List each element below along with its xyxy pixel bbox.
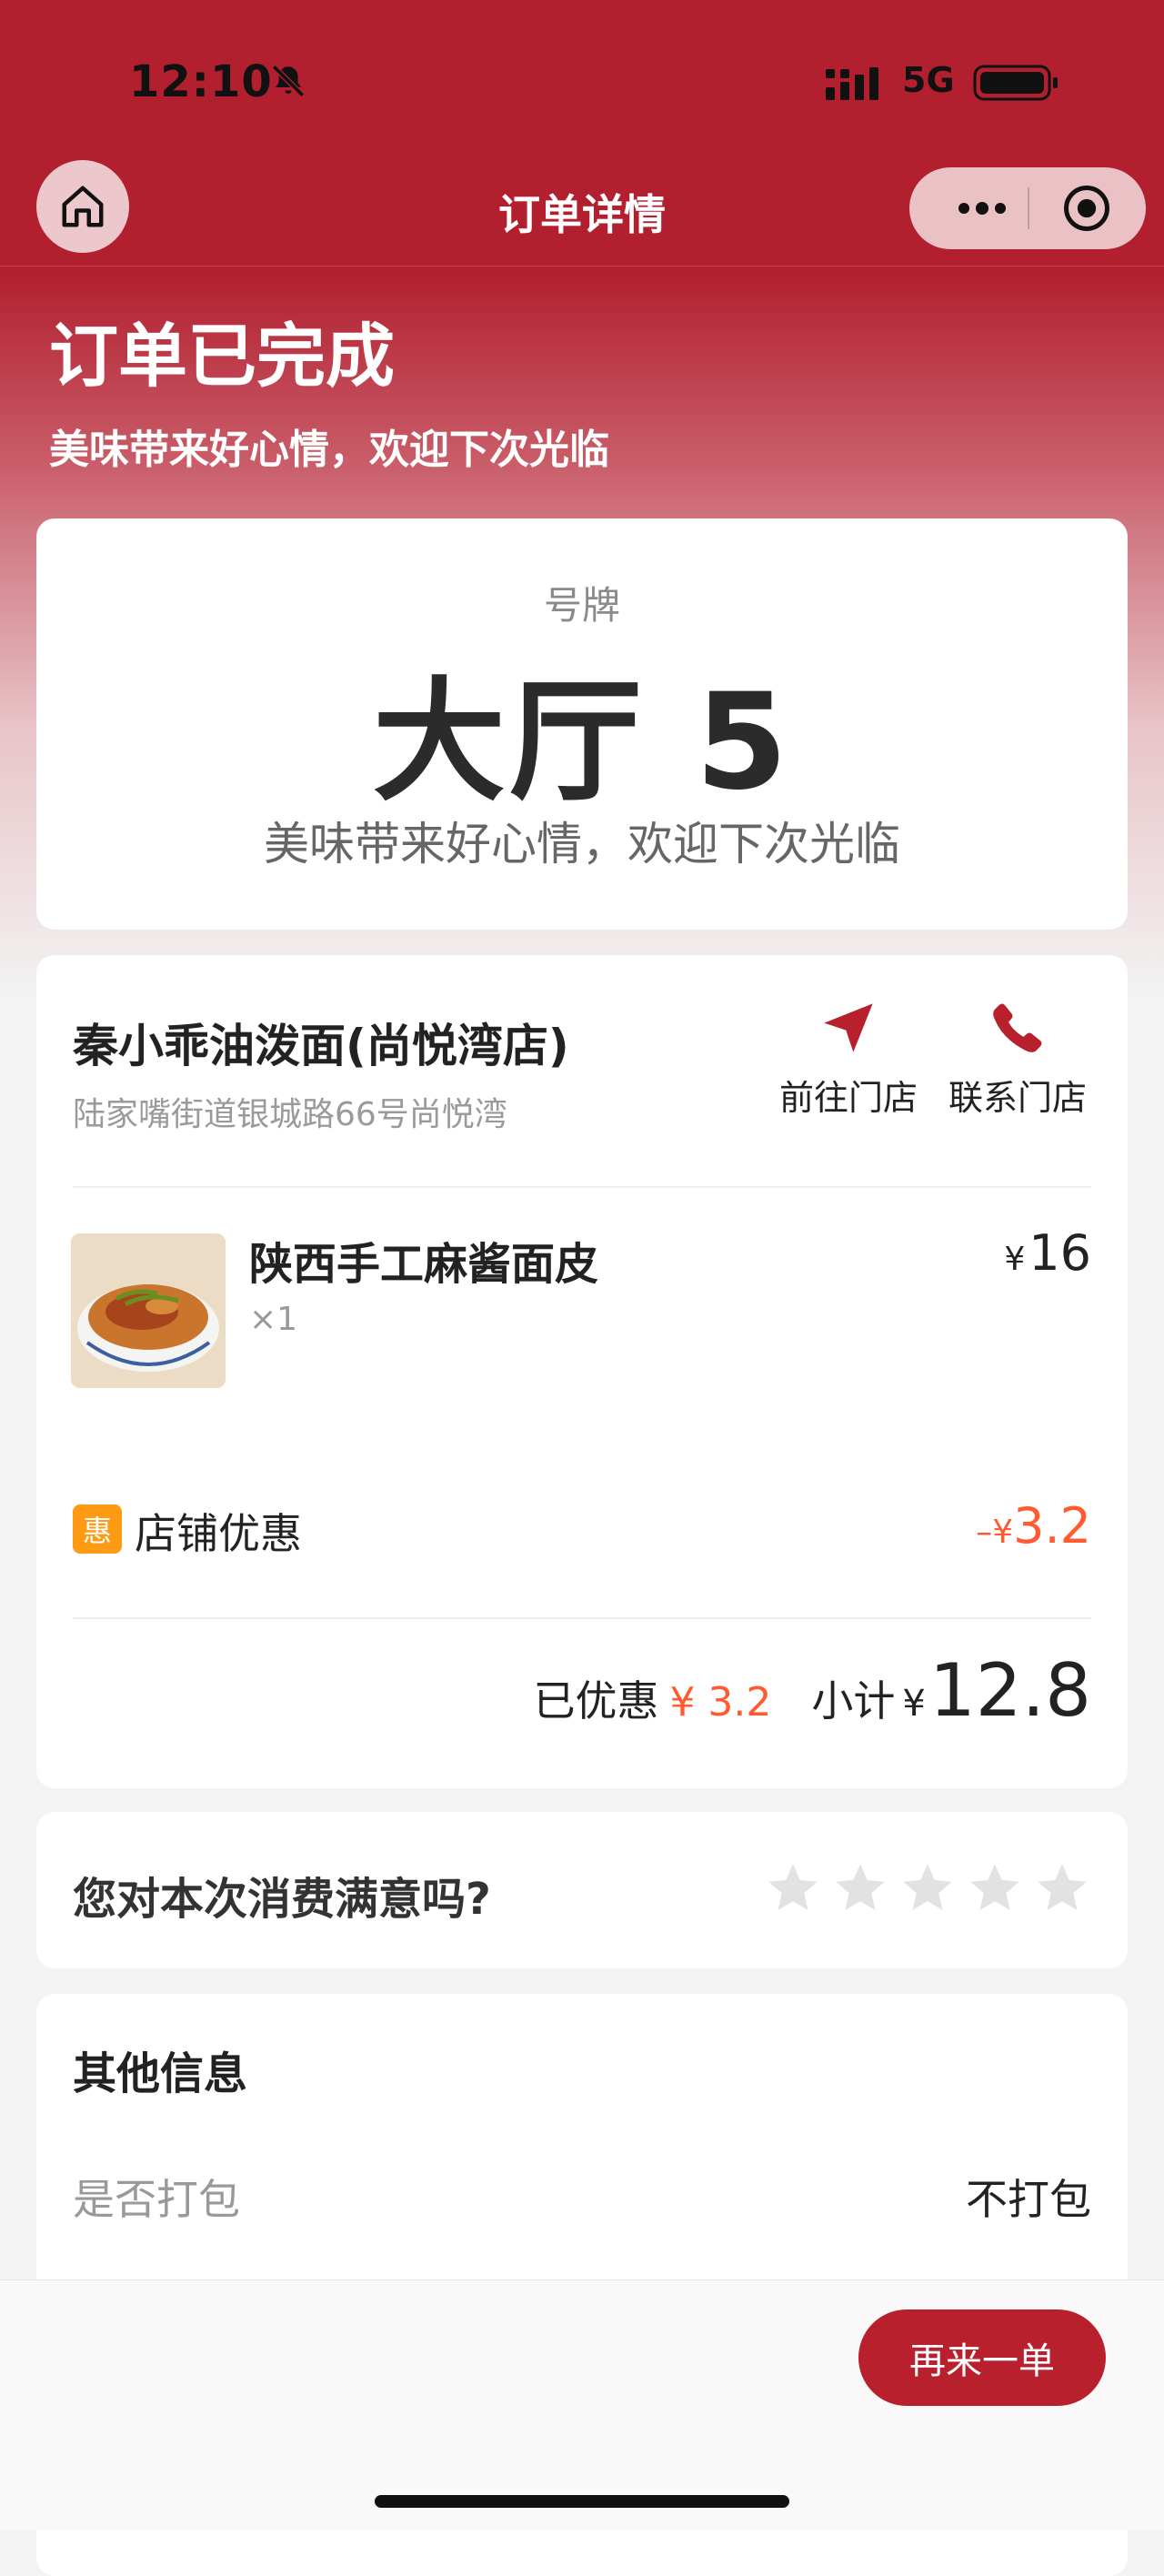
more-dots-icon xyxy=(958,202,1006,215)
dish-price: ¥16 xyxy=(1004,1224,1091,1282)
dish-quantity: ×1 xyxy=(249,1301,298,1338)
star-icon[interactable] xyxy=(1033,1859,1091,1917)
discount-currency: ¥ xyxy=(992,1514,1014,1551)
divider xyxy=(73,1186,1091,1188)
discount-amount: –¥3.2 xyxy=(976,1497,1091,1555)
subtotal-label: 小计 xyxy=(811,1676,896,1726)
home-indicator xyxy=(375,2495,789,2508)
order-status: 订单已完成 xyxy=(49,316,395,397)
dish-price-value: 16 xyxy=(1029,1224,1091,1282)
rating-question: 您对本次消费满意吗? xyxy=(73,1874,491,1925)
status-time: 12:10 xyxy=(129,56,273,107)
signal-icon xyxy=(826,67,878,100)
miniprogram-capsule xyxy=(909,167,1146,249)
phone-icon xyxy=(993,1003,1042,1052)
subtotal-value: 12.8 xyxy=(928,1648,1091,1733)
rating-stars xyxy=(764,1859,1091,1917)
reorder-button[interactable]: 再来一单 xyxy=(858,2309,1106,2406)
ticket-number: 大厅 5 xyxy=(372,665,792,820)
star-icon[interactable] xyxy=(898,1859,957,1917)
subtotal-row: 已优惠 ¥ 3.2 小计 ¥ 12.8 xyxy=(533,1648,1091,1733)
status-bar: 12:10 5G xyxy=(0,0,1164,155)
dish-name: 陕西手工麻酱面皮 xyxy=(249,1239,599,1290)
ticket-card: 号牌 大厅 5 美味带来好心情，欢迎下次光临 xyxy=(36,518,1128,930)
ticket-label: 号牌 xyxy=(543,583,620,628)
more-button[interactable] xyxy=(937,167,1028,249)
discount-label: 店铺优惠 xyxy=(135,1509,302,1558)
navigation-arrow-icon xyxy=(824,1003,873,1052)
rating-card: 您对本次消费满意吗? xyxy=(36,1812,1128,1968)
saved-value: ¥ 3.2 xyxy=(669,1679,772,1726)
battery-icon xyxy=(973,65,1058,101)
target-icon xyxy=(1064,186,1109,231)
star-icon[interactable] xyxy=(966,1859,1024,1917)
order-subtitle: 美味带来好心情，欢迎下次光临 xyxy=(49,427,609,473)
saved-label: 已优惠 xyxy=(533,1676,659,1726)
order-card: 秦小乖油泼面(尚悦湾店) 陆家嘴街道银城路66号尚悦湾 前往门店 联系门店 陕西… xyxy=(36,955,1128,1788)
nav-bar: 订单详情 xyxy=(0,155,1164,267)
navigate-label: 前往门店 xyxy=(778,1078,918,1118)
star-icon[interactable] xyxy=(831,1859,889,1917)
call-label: 联系门店 xyxy=(948,1078,1087,1118)
navigate-to-store-button[interactable]: 前往门店 xyxy=(771,999,926,1120)
other-info-title: 其他信息 xyxy=(73,2048,248,2099)
discount-badge: 惠 xyxy=(73,1504,122,1554)
network-type: 5G xyxy=(902,60,955,100)
close-miniprogram-button[interactable] xyxy=(1046,167,1128,249)
discount-value: 3.2 xyxy=(1013,1497,1091,1555)
call-store-button[interactable]: 联系门店 xyxy=(940,999,1095,1120)
pack-value: 不打包 xyxy=(966,2175,1091,2224)
store-address: 陆家嘴街道银城路66号尚悦湾 xyxy=(73,1096,507,1133)
dish-price-currency: ¥ xyxy=(1004,1241,1026,1278)
capsule-divider xyxy=(1028,187,1029,229)
divider xyxy=(73,1617,1091,1619)
bottom-action-bar: 再来一单 xyxy=(0,2279,1164,2531)
ticket-message: 美味带来好心情，欢迎下次光临 xyxy=(264,818,900,870)
bell-muted-icon xyxy=(272,65,305,97)
discount-sign: – xyxy=(976,1514,993,1551)
subtotal-currency: ¥ xyxy=(902,1683,926,1725)
pack-label: 是否打包 xyxy=(73,2175,240,2224)
store-name: 秦小乖油泼面(尚悦湾店) xyxy=(73,1020,569,1072)
star-icon[interactable] xyxy=(764,1859,822,1917)
dish-image xyxy=(71,1233,226,1388)
